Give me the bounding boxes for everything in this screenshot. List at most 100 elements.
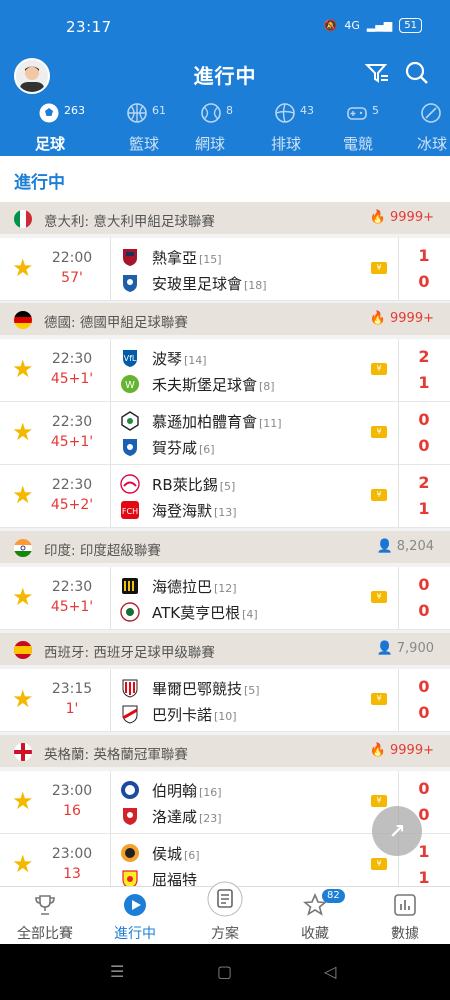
odds-icon[interactable]: ¥	[371, 426, 387, 438]
fire-icon: 🔥	[369, 311, 386, 326]
match-row[interactable]: ★ 22:00 57' 熱拿亞 [15] 安玻里足球會 [18] ¥ 1 0	[0, 238, 450, 301]
league-name: 印度: 印度超級聯賽	[44, 543, 161, 559]
match-row[interactable]: ★ 22:30 45+1' VfL 波琴 [14] W 禾夫斯堡足球會 [8] ¥ 2 …	[0, 339, 450, 402]
volleyball-icon	[275, 103, 295, 123]
match-row[interactable]: ★ 22:30 45+2' RB萊比錫 [5] FCH 海登海默 [13] ¥ 2 1	[0, 465, 450, 528]
nav-live[interactable]: 進行中	[90, 887, 180, 945]
soccer-ball-icon	[39, 103, 59, 123]
rayo-vallecano-badge-icon	[122, 705, 138, 724]
league-hot-count: 🔥 9999+	[369, 210, 434, 225]
favorite-star-icon[interactable]: ★	[12, 687, 34, 711]
fire-icon: 🔥	[369, 743, 386, 758]
league-hot-count: 🔥 9999+	[369, 743, 434, 758]
signal-icon: ▂▄▆	[366, 19, 393, 32]
home-score: 1	[418, 246, 430, 265]
odds-icon[interactable]: ¥	[371, 591, 387, 603]
favorite-star-icon[interactable]: ★	[12, 789, 34, 813]
odds-icon[interactable]: ¥	[371, 262, 387, 274]
favorite-star-icon[interactable]: ★	[12, 256, 34, 280]
status-time: 23:17	[66, 18, 112, 36]
filter-icon[interactable]	[364, 60, 390, 86]
favorite-star-icon[interactable]: ★	[12, 585, 34, 609]
league-header[interactable]: 意大利: 意大利甲組足球聯賽 🔥 9999+	[0, 202, 450, 234]
germany-flag-icon	[14, 311, 32, 329]
basketball-icon	[127, 103, 147, 123]
nav-data[interactable]: 數據	[360, 887, 450, 945]
match-minute: 45+1'	[50, 599, 94, 615]
status-bar: 23:17 🔕 4G ▂▄▆ 51	[0, 0, 450, 56]
league-name: 西班牙: 西班牙足球甲级聯賽	[44, 645, 215, 661]
england-flag-icon	[14, 743, 32, 761]
match-time: 22:30	[51, 477, 93, 493]
floating-action-button[interactable]: ↗	[372, 806, 422, 856]
tab-football[interactable]: 263 足球	[0, 100, 85, 156]
user-icon: 👤	[376, 641, 393, 656]
tab-esports[interactable]: 5 電競	[318, 100, 398, 156]
menu-icon[interactable]: ☰	[110, 962, 124, 981]
mute-icon: 🔕	[323, 19, 338, 32]
home-score: 0	[418, 575, 430, 594]
home-score: 0	[418, 410, 430, 429]
nav-plans[interactable]: 方案	[180, 881, 270, 945]
bochum-badge-icon: VfL	[123, 350, 137, 367]
tab-volleyball[interactable]: 43 排球	[246, 100, 326, 156]
league-header[interactable]: 印度: 印度超級聯賽 👤 8,204	[0, 531, 450, 563]
match-time: 23:00	[51, 783, 93, 799]
bar-chart-icon	[394, 894, 416, 916]
favorite-star-icon[interactable]: ★	[12, 420, 34, 444]
birmingham-badge-icon	[121, 781, 139, 799]
trophy-icon	[35, 895, 55, 915]
tab-hockey[interactable]: 冰球	[392, 100, 450, 156]
home-score: 2	[418, 473, 430, 492]
athletic-bilbao-badge-icon	[122, 679, 138, 698]
odds-icon[interactable]: ¥	[371, 363, 387, 375]
fire-icon: 🔥	[369, 210, 386, 225]
match-minute: 16	[63, 803, 81, 819]
away-score: 0	[418, 436, 430, 455]
favorites-badge: 82	[322, 889, 345, 903]
league-header[interactable]: 西班牙: 西班牙足球甲级聯賽 👤 7,900	[0, 633, 450, 665]
home-icon[interactable]: ▢	[217, 962, 232, 981]
league-name: 意大利: 意大利甲組足球聯賽	[44, 214, 215, 230]
atk-badge-icon	[120, 602, 140, 622]
league-header[interactable]: 英格蘭: 英格蘭冠軍聯賽 🔥 9999+	[0, 735, 450, 767]
back-icon[interactable]: ◁	[324, 962, 336, 981]
section-header: 進行中	[0, 156, 450, 202]
home-score: 2	[418, 347, 430, 366]
wolfsburg-badge-icon: W	[121, 375, 139, 393]
favorite-star-icon[interactable]: ★	[12, 852, 34, 876]
odds-icon[interactable]: ¥	[371, 858, 387, 870]
favorite-star-icon[interactable]: ★	[12, 483, 34, 507]
odds-icon[interactable]: ¥	[371, 693, 387, 705]
favorite-star-icon[interactable]: ★	[12, 357, 34, 381]
away-score: 1	[418, 868, 430, 887]
search-icon[interactable]	[404, 60, 430, 86]
nav-all-matches[interactable]: 全部比賽	[0, 887, 90, 945]
tab-tennis[interactable]: 8 網球	[170, 100, 250, 156]
heidenheim-badge-icon: FCH	[121, 501, 139, 519]
match-time: 22:30	[51, 351, 93, 367]
sport-tabs: 263 足球 61 籃球 8 網球 43 排球 5 電競 冰球	[0, 100, 450, 199]
league-header[interactable]: 德國: 德國甲組足球聯賽 🔥 9999+	[0, 303, 450, 335]
nav-favorites[interactable]: 82 收藏	[270, 887, 360, 945]
home-score: 0	[418, 677, 430, 696]
whistle-icon: ↗	[388, 819, 406, 843]
match-row[interactable]: ★ 23:15 1' 畢爾巴鄂競技 [5] 巴列卡諾 [10] ¥ 0 0	[0, 669, 450, 732]
hull-city-badge-icon	[121, 844, 139, 862]
document-icon	[207, 881, 243, 917]
league-fan-count: 👤 7,900	[376, 641, 434, 656]
svg-text:FCH: FCH	[122, 507, 138, 516]
status-icons: 🔕 4G ▂▄▆ 51	[324, 18, 422, 33]
match-row[interactable]: ★ 22:30 45+1' 海德拉巴 [12] ATK莫亨巴根 [4] ¥ 0 0	[0, 567, 450, 630]
rotherham-badge-icon	[123, 808, 137, 825]
gamepad-icon	[347, 107, 367, 120]
home-score: 0	[418, 779, 430, 798]
india-flag-icon	[14, 539, 32, 557]
match-time: 23:00	[51, 846, 93, 862]
odds-icon[interactable]: ¥	[371, 489, 387, 501]
match-minute: 45+1'	[50, 371, 94, 387]
odds-icon[interactable]: ¥	[371, 795, 387, 807]
match-minute: 45+2'	[50, 497, 94, 513]
match-row[interactable]: ★ 22:30 45+1' 慕遜加柏體育會 [11] 賀芬咸 [6] ¥ 0 0	[0, 402, 450, 465]
match-time: 23:15	[51, 681, 93, 697]
